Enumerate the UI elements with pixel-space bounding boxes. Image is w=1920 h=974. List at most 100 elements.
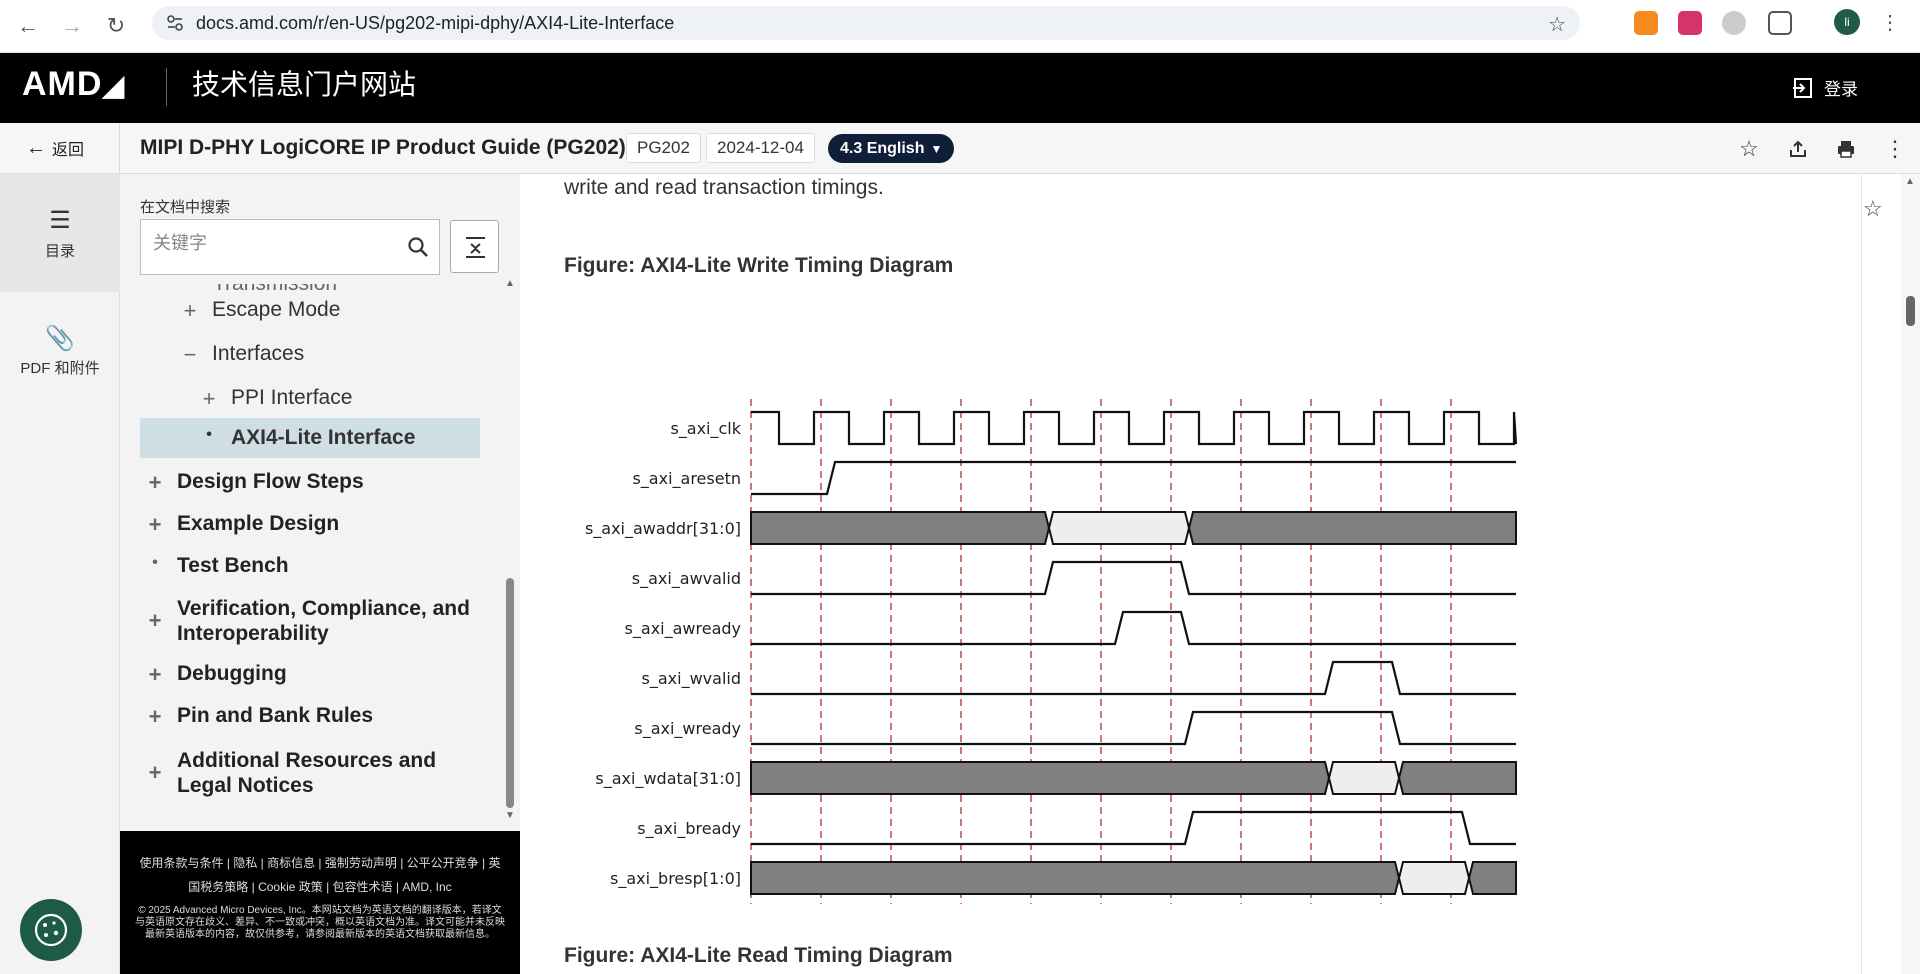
toc-item-ppi-interface[interactable]: + PPI Interface — [197, 386, 353, 412]
toc-item-verification[interactable]: + Verification, Compliance, and Interoper… — [143, 596, 470, 646]
signal-label-s-axi-wvalid: s_axi_wvalid — [642, 669, 741, 689]
fox-extension-icon[interactable] — [1634, 11, 1658, 35]
site-footer: 使用条款与条件 | 隐私 | 商标信息 | 强制劳动声明 | 公平公开竞争 | … — [120, 831, 520, 974]
signal-label-s-axi-awaddr-31-0-: s_axi_awaddr[31:0] — [585, 519, 741, 539]
collapse-minus-icon[interactable]: − — [178, 342, 202, 368]
search-icon[interactable] — [407, 236, 429, 258]
expand-plus-icon[interactable]: + — [143, 470, 167, 496]
toc-item-label: AXI4-Lite Interface — [231, 426, 416, 449]
signal-label-s-axi-aresetn: s_axi_aresetn — [632, 469, 741, 489]
collapse-all-icon — [466, 237, 485, 258]
toc-item-label: Additional Resources and Legal Notices — [177, 749, 437, 797]
expand-plus-icon[interactable]: + — [143, 662, 167, 688]
toc-item-label: Pin and Bank Rules — [177, 704, 374, 727]
back-arrow-icon[interactable]: ← — [12, 10, 44, 42]
bookmark-star-icon[interactable]: ☆ — [1548, 12, 1566, 37]
back-button[interactable]: ← 返回 — [26, 136, 84, 160]
expand-plus-icon[interactable]: + — [143, 596, 167, 634]
scroll-up-arrow-icon[interactable]: ▲ — [505, 278, 515, 289]
toc-rail-label: 目录 — [44, 243, 75, 260]
toc-item-label: Escape Mode — [212, 298, 341, 321]
reload-icon[interactable]: ↻ — [100, 10, 132, 42]
cookie-icon — [34, 913, 68, 947]
extensions-puzzle-icon[interactable] — [1768, 11, 1792, 35]
bus-s-axi-awaddr-segment — [750, 511, 1051, 545]
bus-s-axi-awaddr-segment — [1187, 511, 1517, 545]
bus-s-axi-awaddr-segment — [1047, 511, 1191, 545]
site-header: AMD◢ 技术信息门户网站 登录 — [0, 53, 1920, 123]
forward-arrow-icon[interactable]: → — [56, 10, 88, 42]
signal-label-s-axi-bready: s_axi_bready — [637, 819, 741, 839]
waveform-s-axi-awready — [751, 610, 1516, 646]
footer-links-line2[interactable]: 国税务策略 | Cookie 政策 | 包容性术语 | AMD, Inc — [134, 875, 506, 899]
toc-item-label: Verification, Compliance, and Interoperab… — [177, 597, 470, 645]
page-scrollbar[interactable]: ▲ — [1901, 174, 1920, 974]
toc-rail-button[interactable]: ☰ 目录 — [0, 174, 120, 292]
bus-s-axi-wdata-segment — [1327, 761, 1401, 795]
toc-item-interfaces[interactable]: − Interfaces — [178, 342, 305, 368]
expand-plus-icon[interactable]: + — [143, 512, 167, 538]
page-scroll-up-icon[interactable]: ▲ — [1905, 176, 1915, 187]
address-bar[interactable]: docs.amd.com/r/en-US/pg202-mipi-dphy/AXI… — [152, 6, 1580, 40]
footer-copyright: © 2025 Advanced Micro Devices, Inc。本网站文档… — [135, 905, 505, 940]
toc-item-pin-and-bank-rules[interactable]: + Pin and Bank Rules — [143, 704, 373, 730]
document-toolbar: ← 返回 MIPI D-PHY LogiCORE IP Product Guid… — [0, 123, 1920, 174]
cloud-extension-icon[interactable] — [1722, 11, 1746, 35]
left-rail: ☰ 目录 📎 PDF 和附件 — [0, 174, 120, 974]
header-divider — [166, 68, 167, 106]
paperclip-icon: 📎 — [45, 325, 75, 352]
signal-label-s-axi-awready: s_axi_awready — [625, 619, 741, 639]
attachments-rail-button[interactable]: 📎 PDF 和附件 — [0, 324, 120, 404]
site-settings-icon[interactable] — [166, 14, 184, 32]
search-input[interactable] — [151, 232, 391, 255]
intro-text: write and read transaction timings. — [564, 176, 884, 199]
login-button[interactable]: 登录 — [1792, 75, 1858, 100]
expand-plus-icon[interactable]: + — [197, 386, 221, 412]
collapse-toc-button[interactable] — [450, 220, 499, 273]
axi4-lite-write-timing-diagram: s_axi_clk s_axi_aresetn s_axi_awaddr[31:0]… — [585, 399, 1518, 904]
bus-s-axi-bresp-segment — [1397, 861, 1471, 895]
toc-item-axi4-lite-interface[interactable]: • AXI4-Lite Interface — [140, 418, 480, 458]
waveform-s-axi-clk — [751, 410, 1518, 446]
figure-title-read: Figure: AXI4-Lite Read Timing Diagram — [564, 944, 953, 967]
scroll-down-arrow-icon[interactable]: ▼ — [505, 810, 515, 821]
expand-plus-icon[interactable]: + — [178, 298, 202, 324]
translate-extension-icon[interactable] — [1678, 11, 1702, 35]
bullet-icon: • — [152, 554, 158, 571]
footer-links-line1[interactable]: 使用条款与条件 | 隐私 | 商标信息 | 强制劳动声明 | 公平公开竞争 | … — [134, 851, 506, 875]
signal-label-s-axi-wready: s_axi_wready — [634, 719, 741, 739]
toc-item-escape-mode[interactable]: + Escape Mode — [178, 298, 341, 324]
bus-s-axi-bresp-segment — [1467, 861, 1517, 895]
doc-id-tag: PG202 — [626, 133, 701, 163]
toc-scroll-thumb[interactable] — [506, 578, 514, 808]
toc-item-debugging[interactable]: + Debugging — [143, 662, 287, 688]
toc-item-label: Test Bench — [177, 554, 289, 577]
waveform-s-axi-bready — [751, 810, 1516, 846]
toc-item-test-bench[interactable]: • Test Bench — [143, 554, 289, 578]
waveform-s-axi-wready — [751, 710, 1516, 746]
toc-item-label: Design Flow Steps — [177, 470, 364, 493]
version-language-dropdown[interactable]: 4.3 English ▼ — [828, 134, 955, 163]
amd-logo[interactable]: AMD◢ — [22, 65, 125, 104]
toc-item-example-design[interactable]: + Example Design — [143, 512, 340, 538]
expand-plus-icon[interactable]: + — [143, 748, 167, 786]
browser-menu-icon[interactable]: ⋮ — [1880, 10, 1900, 35]
expand-plus-icon[interactable]: + — [143, 704, 167, 730]
browser-toolbar: ← → ↻ docs.amd.com/r/en-US/pg202-mipi-dp… — [0, 0, 1920, 53]
print-icon[interactable] — [1832, 135, 1860, 163]
waveform-s-axi-aresetn — [751, 460, 1516, 496]
profile-avatar[interactable]: li — [1834, 9, 1860, 35]
toc-item-design-flow-steps[interactable]: + Design Flow Steps — [143, 470, 364, 496]
toolbar-divider — [119, 123, 120, 174]
bookmark-topic-star-icon[interactable]: ☆ — [1863, 196, 1883, 222]
search-box — [140, 219, 440, 275]
toc-item-partial[interactable]: Transmission — [213, 284, 337, 296]
document-title: MIPI D-PHY LogiCORE IP Product Guide (PG… — [140, 136, 626, 159]
page-scroll-thumb[interactable] — [1906, 296, 1915, 326]
cookie-settings-button[interactable] — [20, 899, 82, 961]
signal-label-s-axi-clk: s_axi_clk — [670, 419, 741, 439]
favorite-star-icon[interactable]: ☆ — [1735, 135, 1763, 163]
more-options-icon[interactable]: ⋮ — [1881, 135, 1909, 163]
share-icon[interactable] — [1784, 135, 1812, 163]
toc-item-additional-resources[interactable]: + Additional Resources and Legal Notices — [143, 748, 436, 798]
